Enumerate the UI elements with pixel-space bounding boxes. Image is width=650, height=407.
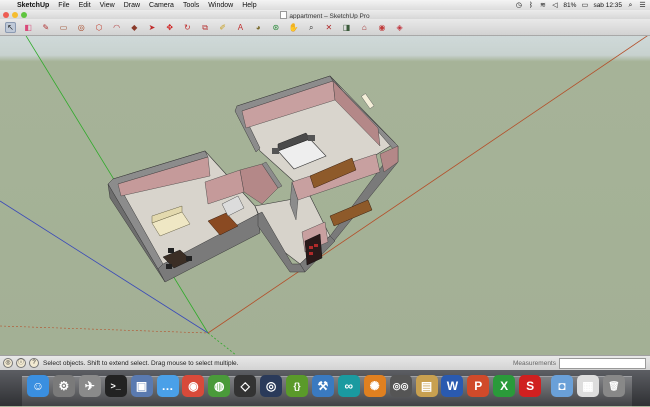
pan-tool-icon[interactable]: ✋ xyxy=(288,22,299,33)
trash-icon[interactable]: 🗑 xyxy=(602,375,625,397)
battery-icon[interactable]: ▭ xyxy=(581,2,589,9)
measurements-label: Measurements xyxy=(513,359,556,367)
globe-app-icon[interactable]: ◍ xyxy=(208,375,231,397)
menu-help[interactable]: Help xyxy=(242,2,256,9)
terminal-icon[interactable]: >_ xyxy=(104,375,127,397)
pushpull-tool-icon[interactable]: ◆ xyxy=(129,22,140,33)
arduino-icon[interactable]: ∞ xyxy=(337,375,360,397)
steam-icon[interactable]: ◎ xyxy=(260,375,283,397)
bookshelf-item xyxy=(309,252,313,255)
toolbar: ↖ ◧ ✎ ▭ ◎ ⬡ ◠ ◆ ➤ ✥ ↻ ⧉ ✐ A ◕ ⊛ ✋ ⌕ ✕ ◨ ⌂ ◉ ◈ xyxy=(0,19,650,36)
system-preferences-icon[interactable]: ⚙ xyxy=(52,375,75,397)
volume-icon[interactable]: ◁ xyxy=(551,2,558,9)
zoom-extents-icon[interactable]: ✕ xyxy=(323,22,334,33)
window-title-bar: appartment – SketchUp Pro xyxy=(0,10,650,20)
menu-draw[interactable]: Draw xyxy=(124,2,140,9)
bookshelf-item xyxy=(309,246,313,249)
offset-tool-icon[interactable]: ⧉ xyxy=(200,22,211,33)
menu-edit[interactable]: Edit xyxy=(79,2,91,9)
nightstand xyxy=(272,148,279,154)
notification-center-icon[interactable]: ☰ xyxy=(639,2,646,9)
text-tool-icon[interactable]: A xyxy=(235,22,246,33)
menu-window[interactable]: Window xyxy=(208,2,233,9)
move-tool-icon[interactable]: ✥ xyxy=(164,22,175,33)
pencil-tool-icon[interactable]: ✎ xyxy=(40,22,51,33)
red-axis-dashed xyxy=(0,325,209,334)
gear-app-icon[interactable]: ✺ xyxy=(363,375,386,397)
excel-icon[interactable]: X xyxy=(493,375,516,397)
share-model-icon[interactable]: ◉ xyxy=(376,22,387,33)
dock: ☺ ⚙ ✈ >_ ▣… ◉ ◍ ◇ ◎{} ⚒ ∞ ✺ ◎◎ ▤ W P X S ◘ ▦ 🗑 xyxy=(0,370,650,407)
eraser-tool-icon[interactable]: ◧ xyxy=(23,22,34,33)
timemachine-icon[interactable]: ◷ xyxy=(515,2,522,9)
extension-warehouse-icon[interactable]: ◈ xyxy=(394,22,405,33)
apartment-model xyxy=(0,36,648,355)
rotate-tool-icon[interactable]: ↻ xyxy=(182,22,193,33)
door xyxy=(361,93,375,109)
select-tool-icon[interactable]: ↖ xyxy=(5,21,16,33)
bookshelf-item xyxy=(314,244,318,247)
paint-bucket-icon[interactable]: ◕ xyxy=(253,22,264,33)
menu-sketchup[interactable]: SketchUp xyxy=(17,2,49,9)
sketchup-dock-icon[interactable]: S xyxy=(519,375,542,397)
brackets-icon[interactable]: {} xyxy=(286,375,308,397)
green-axis-dashed xyxy=(207,332,237,355)
tape-measure-icon[interactable]: ✐ xyxy=(217,22,228,33)
spotlight-icon[interactable]: ⌕ xyxy=(627,2,634,9)
preview-icon[interactable]: ▣ xyxy=(130,375,153,397)
chair xyxy=(168,248,174,253)
word-icon[interactable]: W xyxy=(441,375,464,397)
notebook-app-icon[interactable]: ▤ xyxy=(415,375,438,397)
apple-icon[interactable] xyxy=(5,1,13,9)
clock[interactable]: sab 12:35 xyxy=(593,2,622,9)
battery-percent[interactable]: 81% xyxy=(563,2,576,9)
downloads-folder-icon[interactable]: ◘ xyxy=(551,375,573,397)
circle-tool-icon[interactable]: ◎ xyxy=(76,22,87,33)
menu-view[interactable]: View xyxy=(100,2,115,9)
status-menus: ◷ ᛒ ≋ ◁ 81% ▭ sab 12:35 ⌕ ☰ xyxy=(515,2,646,9)
followme-tool-icon[interactable]: ➤ xyxy=(147,22,158,33)
unity-icon[interactable]: ◇ xyxy=(234,375,257,397)
previous-view-icon[interactable]: ◨ xyxy=(341,22,352,33)
chrome-icon[interactable]: ◉ xyxy=(182,375,205,397)
chair xyxy=(166,264,172,269)
rectangle-tool-icon[interactable]: ▭ xyxy=(58,22,69,33)
credits-icon[interactable]: ⓘ xyxy=(16,358,26,368)
measurements-input[interactable] xyxy=(559,357,646,369)
geo-location-icon[interactable]: ◎ xyxy=(3,358,13,368)
document-stack-icon[interactable]: ▦ xyxy=(576,375,599,397)
menu-tools[interactable]: Tools xyxy=(183,2,199,9)
model-viewport[interactable] xyxy=(0,36,650,355)
nightstand xyxy=(308,135,315,141)
xcode-icon[interactable]: ⚒ xyxy=(311,375,334,397)
menu-file[interactable]: File xyxy=(58,2,69,9)
wifi-icon[interactable]: ≋ xyxy=(539,2,546,9)
arc-tool-icon[interactable]: ◠ xyxy=(111,22,122,33)
messages-icon[interactable]: … xyxy=(156,375,179,397)
finder-icon[interactable]: ☺ xyxy=(27,375,49,397)
bluetooth-icon[interactable]: ᛒ xyxy=(527,2,534,9)
powerpoint-icon[interactable]: P xyxy=(467,375,490,397)
orbit-tool-icon[interactable]: ⊛ xyxy=(270,22,281,33)
desk xyxy=(329,199,373,227)
chair xyxy=(186,256,192,261)
polygon-tool-icon[interactable]: ⬡ xyxy=(93,22,104,33)
launchpad-icon[interactable]: ✈ xyxy=(78,375,101,397)
menu-camera[interactable]: Camera xyxy=(149,2,174,9)
document-icon xyxy=(280,11,288,19)
warehouse-icon[interactable]: ⌂ xyxy=(359,22,370,33)
status-text: Select objects. Shift to extend select. … xyxy=(43,359,239,367)
glasses-app-icon[interactable]: ◎◎ xyxy=(389,375,412,397)
zoom-tool-icon[interactable]: ⌕ xyxy=(306,22,317,33)
status-bar: ◎ ⓘ ? Select objects. Shift to extend se… xyxy=(0,355,650,370)
help-icon[interactable]: ? xyxy=(29,358,39,368)
